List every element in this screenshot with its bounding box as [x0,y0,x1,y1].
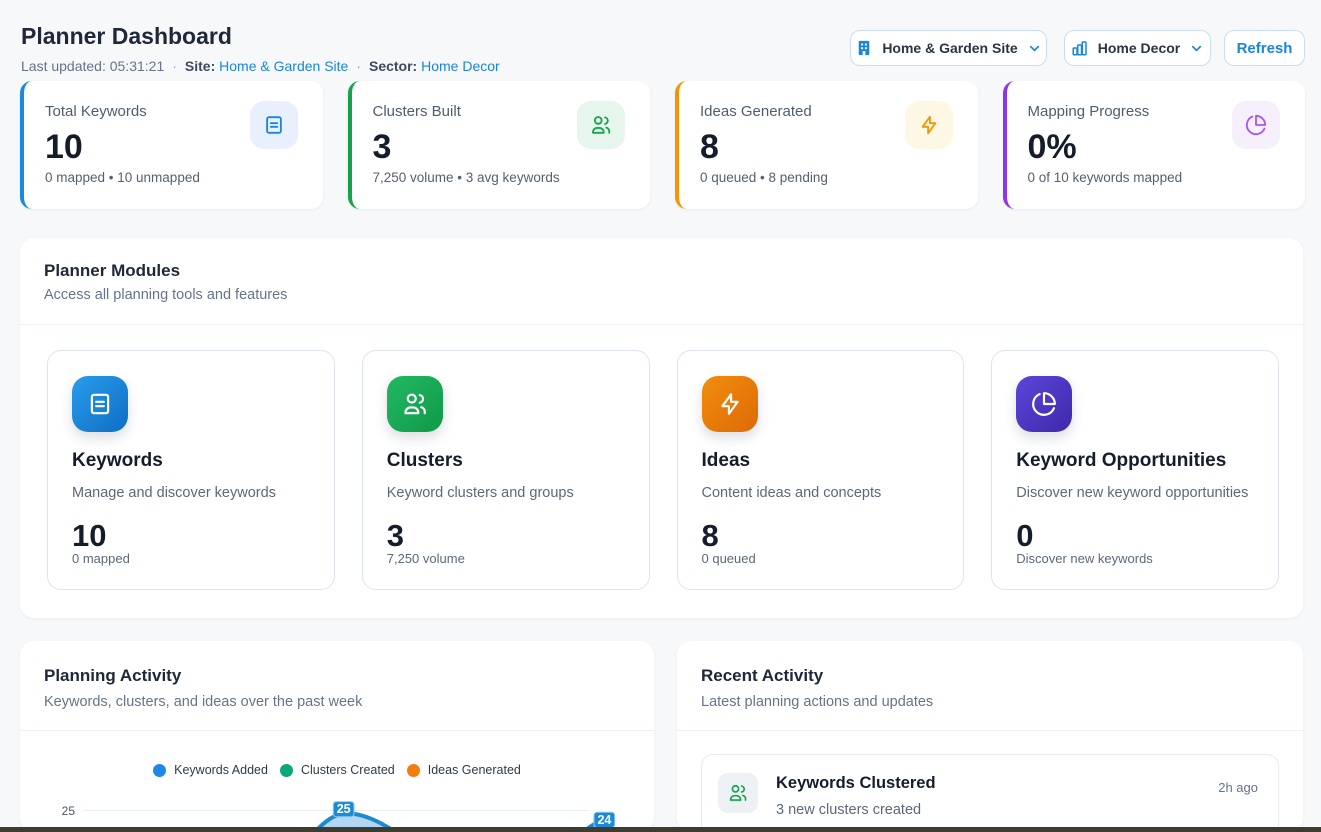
svg-text:25: 25 [337,802,351,816]
svg-text:24: 24 [597,813,611,827]
